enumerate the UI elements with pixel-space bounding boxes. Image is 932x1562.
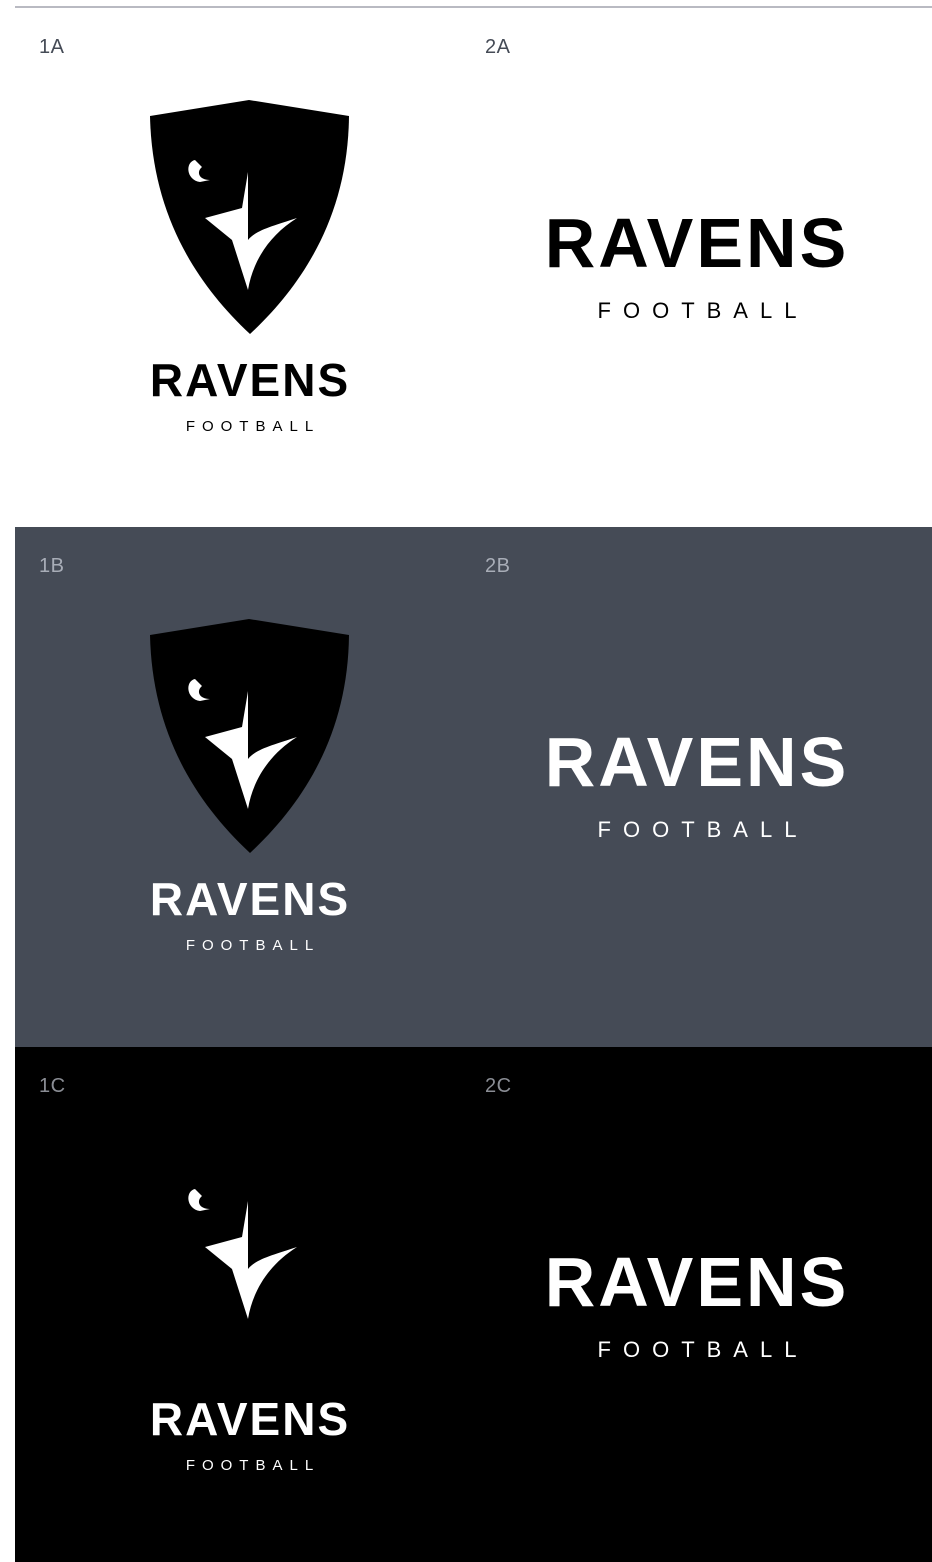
raven-icon (188, 1189, 297, 1319)
subtitle-2c: FOOTBALL (597, 1337, 809, 1362)
wordmark-2b: RAVENS (544, 723, 850, 801)
panel-black: 1C 2C RAVENS FOOTBALL RAVENS FOOTBALL (15, 1047, 932, 1562)
variant-label-1c: 1C (39, 1075, 66, 1097)
wordmark-2a: RAVENS (544, 204, 850, 282)
variant-label-2a: 2A (485, 36, 511, 58)
subtitle-1c: FOOTBALL (185, 1457, 321, 1474)
variant-label-2b: 2B (485, 555, 511, 577)
subtitle-2a: FOOTBALL (597, 298, 809, 323)
shield-icon (150, 619, 349, 853)
wordmark-2c: RAVENS (544, 1243, 850, 1321)
variant-label-1a: 1A (39, 36, 65, 58)
panel-white: 1A 2A RAVENS FOOTBALL RAVENS FOOTBALL (15, 8, 932, 527)
subtitle-1a: FOOTBALL (185, 418, 321, 435)
variant-label-2c: 2C (485, 1075, 512, 1097)
subtitle-2b: FOOTBALL (597, 817, 809, 842)
wordmark-1b: RAVENS (149, 873, 351, 925)
wordmark-1a: RAVENS (149, 354, 351, 406)
panel-slate: 1B 2B RAVENS FOOTBALL RAVENS FOOTBALL (15, 527, 932, 1047)
subtitle-1b: FOOTBALL (185, 937, 321, 954)
variant-label-1b: 1B (39, 555, 65, 577)
wordmark-1c: RAVENS (149, 1393, 351, 1445)
shield-icon (150, 100, 349, 334)
